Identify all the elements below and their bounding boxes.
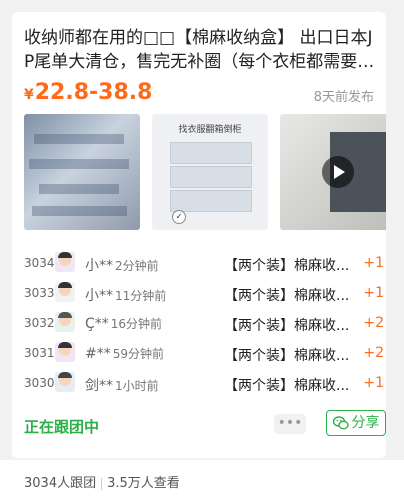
group-status: 正在跟团中: [24, 418, 100, 436]
order-row: 3031 #** 59分钟前 【两个装】棉麻收... +2: [24, 338, 384, 368]
buyer-name: 小** 11分钟前: [85, 288, 167, 304]
posted-time: 8天前发布: [313, 90, 374, 105]
buyer-name: Ç** 16分钟前: [85, 316, 163, 332]
order-time: 1小时前: [115, 379, 159, 393]
avatar: [55, 372, 75, 392]
price-range: ¥22.8-38.8: [24, 78, 152, 110]
more-button[interactable]: •••: [274, 414, 306, 434]
image-caption: 找衣服翻箱倒柜: [178, 125, 242, 135]
product-video-thumbnail[interactable]: [280, 114, 386, 230]
avatar: [55, 312, 75, 332]
share-button[interactable]: 分享: [326, 410, 386, 436]
order-product: 【两个装】棉麻收...: [224, 318, 350, 334]
divider: [101, 477, 103, 490]
order-quantity: +1: [363, 255, 384, 271]
wechat-icon: [332, 416, 349, 430]
order-quantity: +2: [363, 345, 384, 361]
buyer-name: 小** 2分钟前: [85, 258, 159, 274]
price-value: 22.8-38.8: [34, 80, 153, 105]
order-row: 3030 剑** 1小时前 【两个装】棉麻收... +1: [24, 368, 384, 398]
product-image-2[interactable]: 找衣服翻箱倒柜 ✓: [152, 114, 268, 230]
order-number: 3031: [24, 346, 55, 360]
order-product: 【两个装】棉麻收...: [224, 378, 350, 394]
avatar: [55, 342, 75, 362]
order-time: 2分钟前: [115, 259, 159, 273]
order-row: 3032 Ç** 16分钟前 【两个装】棉麻收... +2: [24, 308, 384, 338]
group-buy-card[interactable]: 收纳师都在用的□□【棉麻收纳盒】 出口日本JP尾单大清仓，售完无补圈（每个衣柜都…: [12, 12, 386, 458]
footer-stats-bar: 3034人跟团 3.5万人查看: [0, 460, 404, 504]
order-product: 【两个装】棉麻收...: [224, 258, 350, 274]
product-title[interactable]: 收纳师都在用的□□【棉麻收纳盒】 出口日本JP尾单大清仓，售完无补圈（每个衣柜都…: [24, 26, 376, 74]
play-icon[interactable]: [322, 156, 354, 188]
order-product: 【两个装】棉麻收...: [224, 288, 350, 304]
order-quantity: +1: [363, 375, 384, 391]
order-list: 3034 小** 2分钟前 【两个装】棉麻收... +1 3033 小** 11分钟…: [24, 248, 384, 398]
group-stats: 3034人跟团 3.5万人查看: [24, 472, 180, 491]
joined-count: 3034人跟团: [24, 476, 97, 491]
order-quantity: +2: [363, 315, 384, 331]
view-count: 3.5万人查看: [107, 476, 180, 491]
order-time: 11分钟前: [115, 289, 167, 303]
order-number: 3034: [24, 256, 55, 270]
order-product: 【两个装】棉麻收...: [224, 348, 350, 364]
order-row: 3033 小** 11分钟前 【两个装】棉麻收... +1: [24, 278, 384, 308]
order-number: 3032: [24, 316, 55, 330]
avatar: [55, 282, 75, 302]
buyer-name: 剑** 1小时前: [85, 378, 159, 394]
order-time: 59分钟前: [112, 347, 165, 361]
order-number: 3030: [24, 376, 55, 390]
check-icon: ✓: [172, 210, 186, 224]
product-image-1[interactable]: [24, 114, 140, 230]
order-number: 3033: [24, 286, 55, 300]
image-gallery[interactable]: 找衣服翻箱倒柜 ✓: [24, 114, 386, 230]
buyer-name: #** 59分钟前: [85, 346, 165, 362]
share-label: 分享: [351, 415, 380, 431]
avatar: [55, 252, 75, 272]
order-quantity: +1: [363, 285, 384, 301]
currency-symbol: ¥: [24, 87, 34, 103]
order-row: 3034 小** 2分钟前 【两个装】棉麻收... +1: [24, 248, 384, 278]
order-time: 16分钟前: [110, 317, 163, 331]
